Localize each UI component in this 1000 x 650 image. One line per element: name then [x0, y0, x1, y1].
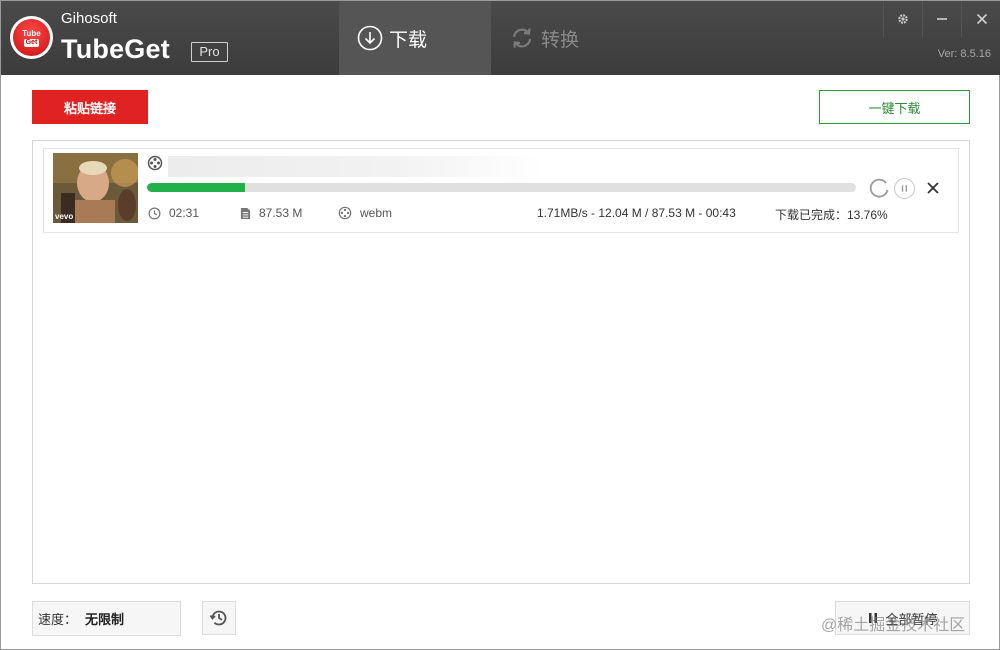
- close-icon: [927, 182, 939, 194]
- speed-label: 速度：: [38, 612, 78, 627]
- title-bar: Tube Get Gihosoft TubeGet Pro 下载 转换 Ver:…: [1, 1, 1000, 75]
- file-size: 87.53 M: [240, 206, 302, 220]
- tab-convert[interactable]: 转换: [491, 1, 643, 75]
- close-window-button[interactable]: [961, 1, 1000, 37]
- speed-limit-selector[interactable]: 速度： 无限制: [32, 601, 181, 636]
- video-thumbnail: vevo: [53, 153, 138, 223]
- file-icon: [240, 207, 251, 219]
- settings-button[interactable]: [883, 1, 921, 37]
- clock-icon: [148, 207, 161, 219]
- format-value: webm: [360, 206, 393, 220]
- speed-value: 无限制: [85, 612, 125, 627]
- minimize-icon: [936, 18, 947, 20]
- one-click-download-button[interactable]: 一键下载: [819, 90, 970, 124]
- history-icon: [209, 610, 227, 626]
- pause-download-button[interactable]: [894, 178, 915, 199]
- download-progress-fill: [147, 183, 245, 192]
- thumb-badge: vevo: [55, 212, 74, 221]
- logo-text-bottom: Get: [23, 38, 40, 47]
- download-percent-text: 下载已完成：13.76%: [775, 208, 888, 222]
- download-circle-icon: [357, 25, 383, 51]
- version-label: Ver: 8.5.16: [937, 48, 991, 60]
- tab-convert-label: 转换: [541, 29, 580, 51]
- app-logo: Tube Get: [10, 16, 53, 59]
- download-item: vevo 02:31 87.53 M webm 1.71MB/s - 12.04…: [43, 148, 959, 233]
- watermark: @稀土掘金技术社区: [821, 617, 966, 634]
- download-stats: 1.71MB/s - 12.04 M / 87.53 M - 00:43: [537, 206, 736, 220]
- download-progress-bar: [147, 183, 856, 192]
- film-reel-icon: [147, 155, 163, 171]
- size-value: 87.53 M: [259, 206, 303, 220]
- brand-company: Gihosoft: [61, 10, 117, 27]
- tab-download[interactable]: 下载: [339, 1, 491, 75]
- close-icon: [976, 13, 987, 25]
- loading-spinner-icon: [869, 178, 889, 198]
- file-format: webm: [338, 206, 392, 220]
- video-duration: 02:31: [148, 206, 199, 220]
- video-title: [168, 156, 543, 177]
- film-reel-icon: [338, 206, 352, 220]
- tab-download-label: 下载: [389, 29, 428, 51]
- history-button[interactable]: [202, 601, 236, 635]
- download-list: vevo 02:31 87.53 M webm 1.71MB/s - 12.04…: [32, 140, 970, 584]
- gear-icon: [897, 14, 908, 24]
- logo-text-top: Tube: [22, 28, 41, 38]
- paste-link-button[interactable]: 粘贴链接: [32, 90, 148, 124]
- minimize-button[interactable]: [922, 1, 960, 37]
- app-window: Tube Get Gihosoft TubeGet Pro 下载 转换 Ver:…: [0, 0, 1000, 650]
- brand-product: TubeGet: [61, 34, 170, 64]
- convert-arrows-icon: [512, 28, 532, 48]
- edition-badge: Pro: [191, 42, 228, 62]
- remove-download-button[interactable]: [923, 178, 943, 198]
- duration-value: 02:31: [169, 206, 200, 220]
- pause-icon: [901, 185, 908, 192]
